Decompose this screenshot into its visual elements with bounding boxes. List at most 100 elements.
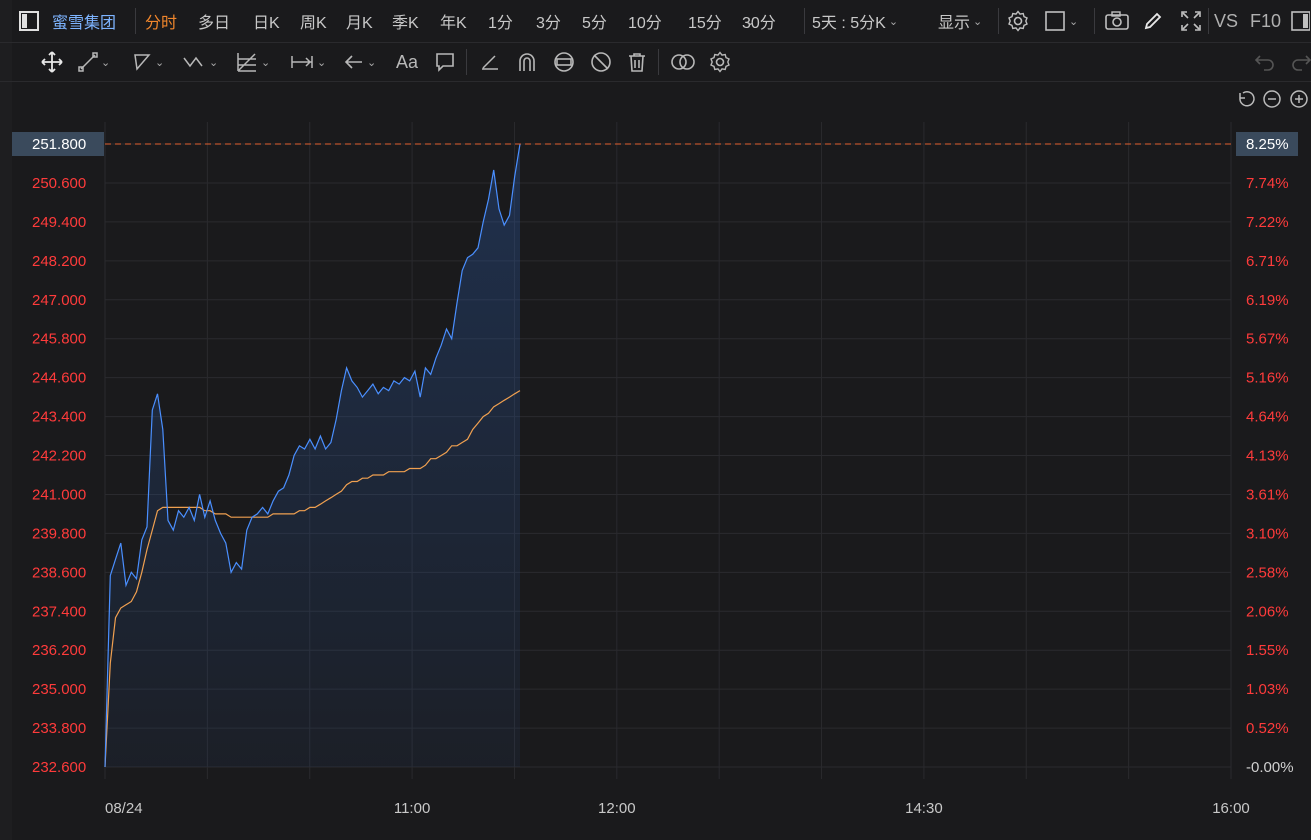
- magnet-icon[interactable]: [516, 43, 538, 81]
- vs-button[interactable]: VS: [1214, 0, 1238, 42]
- measure-tool-icon[interactable]: ⌄: [290, 43, 326, 81]
- zoom-in-icon[interactable]: [1290, 90, 1308, 108]
- pencil-icon[interactable]: [1142, 0, 1164, 42]
- layout-select[interactable]: ⌄: [1044, 0, 1078, 42]
- y-left-tick: 249.400: [32, 214, 86, 231]
- y-right-tick: 6.71%: [1246, 253, 1289, 270]
- y-right-tick: 8.25%: [1246, 136, 1289, 153]
- ruler-icon[interactable]: [480, 43, 500, 81]
- multi-day-select-label: 5天 : 5分K: [812, 15, 886, 32]
- top-toolbar: 蜜雪集团 分时 多日 日K 周K 月K 季K 年K 1分 3分 5分 10分 15分 30分 ⌄ 5天 …: [0, 0, 1311, 43]
- y-left-tick: 232.600: [32, 759, 86, 776]
- gear-icon[interactable]: [1006, 0, 1030, 42]
- y-left-tick: 243.400: [32, 409, 86, 426]
- toolbar-divider: [1208, 8, 1209, 34]
- toolbar-divider: [1094, 8, 1095, 34]
- x-tick: 11:00: [394, 800, 430, 817]
- undo-icon[interactable]: [1254, 43, 1276, 81]
- y-right-tick: 0.52%: [1246, 720, 1289, 737]
- panel-toggle-icon[interactable]: [1290, 0, 1310, 42]
- y-left-tick: 238.600: [32, 564, 86, 581]
- y-left-tick: 247.000: [32, 292, 86, 309]
- tab-period-10[interactable]: 10分: [628, 0, 662, 42]
- y-right-tick: -0.00%: [1246, 759, 1294, 776]
- tab-period-7[interactable]: 1分: [488, 0, 513, 42]
- tab-period-1[interactable]: 多日: [198, 0, 230, 42]
- tab-period-8[interactable]: 3分: [536, 0, 561, 42]
- toolbar-divider: [804, 8, 805, 34]
- y-left-tick: 250.600: [32, 175, 86, 192]
- camera-icon[interactable]: [1104, 0, 1130, 42]
- y-left-tick: 233.800: [32, 720, 86, 737]
- y-right-tick: 7.22%: [1246, 214, 1289, 231]
- y-left-tick: 239.800: [32, 525, 86, 542]
- compare-icon[interactable]: [670, 43, 696, 81]
- y-right-tick: 5.16%: [1246, 370, 1289, 387]
- zoom-controls: [1239, 90, 1308, 108]
- multi-day-select[interactable]: 5天 : 5分K ⌄: [812, 0, 898, 42]
- line-tool-icon[interactable]: ⌄: [78, 43, 110, 81]
- text-tool-icon[interactable]: Aa: [396, 43, 418, 81]
- y-left-tick: 245.800: [32, 331, 86, 348]
- fullscreen-icon[interactable]: [1180, 0, 1202, 42]
- y-left-tick: 235.000: [32, 681, 86, 698]
- toolbar-divider: [135, 8, 136, 34]
- y-right-tick: 3.10%: [1246, 525, 1289, 542]
- sidebar-toggle-icon[interactable]: [18, 0, 40, 42]
- y-right-tick: 7.74%: [1246, 175, 1289, 192]
- display-menu[interactable]: 显示 ⌄: [938, 0, 982, 42]
- tab-period-3[interactable]: 周K: [300, 0, 327, 42]
- tab-period-11[interactable]: 15分: [688, 0, 722, 42]
- arrow-tool-icon[interactable]: ⌄: [344, 43, 376, 81]
- chevron-down-icon: ⌄: [973, 15, 983, 28]
- y-axis-left: 251.800 250.600 249.400 248.200 247.000 245.8…: [12, 132, 104, 776]
- y-left-tick: 236.200: [32, 642, 86, 659]
- toolbar-divider: [998, 8, 999, 34]
- y-axis-right: 8.25% 7.74% 7.22% 6.71% 6.19% 5.67% 5.16% 4.64%…: [1236, 132, 1298, 776]
- stock-name[interactable]: 蜜雪集团: [52, 0, 116, 42]
- y-right-tick: 6.19%: [1246, 292, 1289, 309]
- lock-icon[interactable]: [552, 43, 576, 81]
- tab-period-6[interactable]: 年K: [440, 0, 467, 42]
- y-right-tick: 2.06%: [1246, 603, 1289, 620]
- y-right-tick: 1.55%: [1246, 642, 1289, 659]
- move-tool-icon[interactable]: [40, 43, 64, 81]
- fib-tool-icon[interactable]: ⌄: [236, 43, 270, 81]
- display-menu-label: 显示: [938, 15, 971, 32]
- y-right-tick: 4.13%: [1246, 448, 1289, 465]
- tab-period-0[interactable]: 分时: [145, 0, 177, 42]
- chevron-down-icon: ⌄: [1069, 15, 1079, 28]
- shape-tool-icon[interactable]: ⌄: [132, 43, 164, 81]
- f10-button[interactable]: F10: [1250, 0, 1281, 42]
- drawing-toolbar: ⌄ ⌄ ⌄ ⌄ ⌄ ⌄ Aa: [0, 43, 1311, 82]
- settings-icon[interactable]: [708, 43, 732, 81]
- tab-period-4[interactable]: 月K: [346, 0, 373, 42]
- square-icon: [1045, 11, 1065, 31]
- x-tick: 12:00: [598, 800, 636, 817]
- toolbar-divider: [466, 49, 467, 75]
- y-right-tick: 4.64%: [1246, 409, 1289, 426]
- y-right-tick: 3.61%: [1246, 486, 1289, 503]
- y-right-tick: 5.67%: [1246, 331, 1289, 348]
- tab-period-5[interactable]: 季K: [392, 0, 419, 42]
- y-left-tick: 248.200: [32, 253, 86, 270]
- tab-period-2[interactable]: 日K: [253, 0, 280, 42]
- x-axis: 08/24 11:00 12:00 14:30 16:00: [105, 800, 1250, 817]
- zoom-out-icon[interactable]: [1263, 90, 1281, 108]
- comment-tool-icon[interactable]: [434, 43, 456, 81]
- period-more-icon[interactable]: ⌄: [742, 0, 756, 42]
- y-right-tick: 1.03%: [1246, 681, 1289, 698]
- chevron-down-icon: ⌄: [888, 15, 899, 28]
- redo-icon[interactable]: [1290, 43, 1311, 81]
- intraday-chart[interactable]: 251.800 250.600 249.400 248.200 247.000 245.8…: [0, 82, 1311, 840]
- hide-icon[interactable]: [589, 43, 613, 81]
- y-left-tick: 251.800: [32, 136, 86, 153]
- trash-icon[interactable]: [626, 43, 648, 81]
- y-left-tick: 237.400: [32, 603, 86, 620]
- wave-tool-icon[interactable]: ⌄: [182, 43, 218, 81]
- x-tick: 08/24: [105, 800, 143, 817]
- reset-icon[interactable]: [1239, 91, 1255, 107]
- x-tick: 16:00: [1212, 800, 1250, 817]
- y-left-tick: 241.000: [32, 486, 86, 503]
- tab-period-9[interactable]: 5分: [582, 0, 607, 42]
